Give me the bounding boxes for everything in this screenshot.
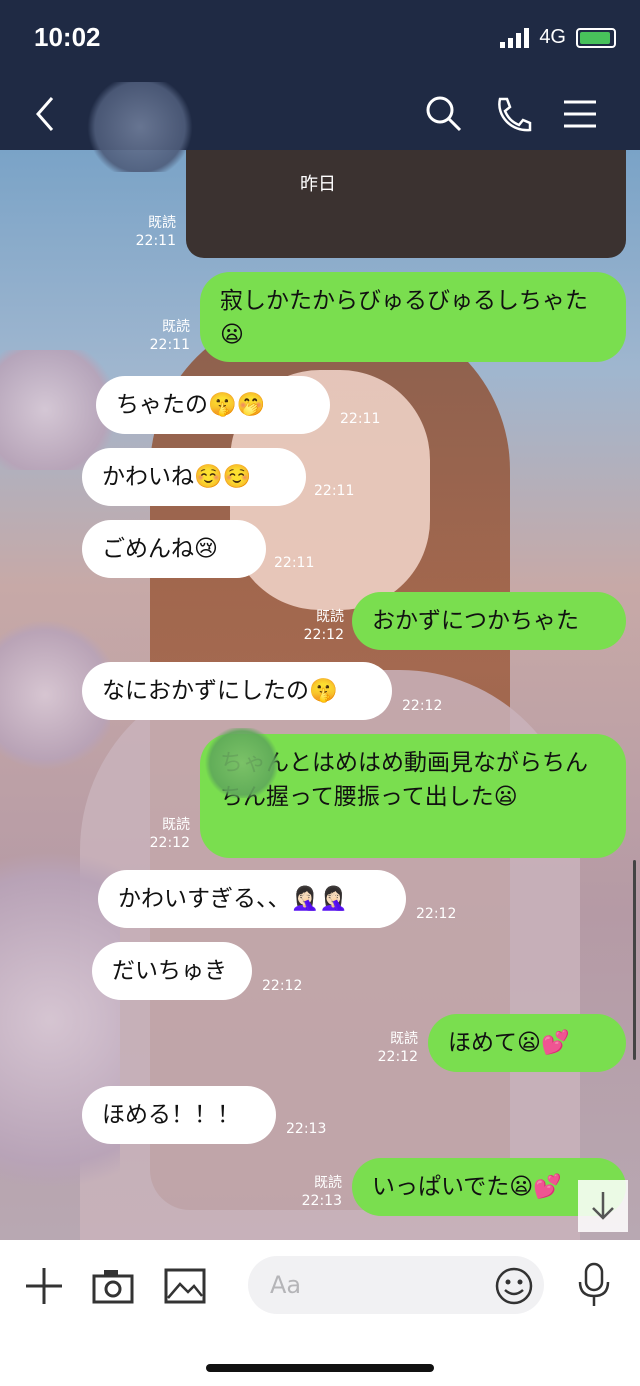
message-time: 22:13 [286, 1121, 327, 1137]
message-time: 22:11 [274, 555, 315, 571]
message-bubble-incoming[interactable]: ほめる！！！ [82, 1086, 276, 1144]
read-receipt: 既読 [316, 609, 344, 625]
read-receipt: 既読 [148, 215, 176, 231]
message-bubble-outgoing[interactable]: 寂しかたからびゅるびゅるしちゃた😦 [200, 272, 626, 362]
read-receipt: 既読 [162, 319, 190, 335]
menu-icon[interactable] [562, 96, 598, 132]
mosaic-blur [80, 82, 200, 172]
message-time: 22:11 [340, 411, 381, 427]
message-bubble-outgoing[interactable]: ほめて😦💕 [428, 1014, 626, 1072]
phone-icon[interactable] [492, 94, 532, 134]
message-time: 22:11 [135, 233, 176, 249]
message-bubble-incoming[interactable]: かわいすぎる、、🤦🏻‍♀️🤦🏻‍♀️ [98, 870, 406, 928]
battery-icon [576, 28, 616, 48]
message-time: 22:13 [301, 1193, 342, 1209]
status-time: 10:02 [34, 22, 101, 52]
message-time: 22:12 [377, 1049, 418, 1065]
message-bubble-incoming[interactable]: なにおかずにしたの🤫 [82, 662, 392, 720]
photo-message[interactable] [186, 150, 626, 258]
plus-icon[interactable] [24, 1266, 64, 1306]
message-time: 22:12 [262, 978, 303, 994]
chevron-left-icon[interactable] [30, 94, 60, 134]
message-bubble-outgoing[interactable]: おかずにつかちゃた [352, 592, 626, 650]
home-indicator[interactable] [206, 1364, 434, 1372]
message-time: 22:12 [149, 835, 190, 851]
message-time: 22:11 [149, 337, 190, 353]
network-label: 4G [539, 26, 566, 48]
emoji-icon[interactable] [494, 1266, 534, 1306]
read-receipt: 既読 [390, 1031, 418, 1047]
message-bubble-incoming[interactable]: ごめんね😢 [82, 520, 266, 578]
status-bar: 10:02 4G [0, 0, 640, 80]
search-icon[interactable] [424, 94, 464, 134]
image-icon[interactable] [164, 1268, 206, 1304]
camera-icon[interactable] [92, 1268, 134, 1304]
message-time: 22:12 [416, 906, 457, 922]
mosaic-blur [0, 790, 120, 1240]
message-bubble-incoming[interactable]: かわいね☺️☺️ [82, 448, 306, 506]
message-time: 22:12 [303, 627, 344, 643]
read-receipt: 既読 [314, 1175, 342, 1191]
scrollbar[interactable] [633, 860, 636, 1060]
message-time: 22:12 [402, 698, 443, 714]
read-receipt: 既読 [162, 817, 190, 833]
message-bubble-incoming[interactable]: ちゃたの🤫🤭 [96, 376, 330, 434]
message-bubble-incoming[interactable]: だいちゅき [92, 942, 252, 1000]
microphone-icon[interactable] [576, 1262, 612, 1308]
arrow-down-icon [592, 1192, 614, 1220]
photo-caption: 昨日 [300, 174, 336, 195]
scroll-to-bottom-button[interactable] [578, 1180, 628, 1232]
message-time: 22:11 [314, 483, 355, 499]
input-bar: Aa [0, 1240, 640, 1386]
signal-icon [500, 28, 529, 48]
mosaic-blur [202, 728, 282, 798]
